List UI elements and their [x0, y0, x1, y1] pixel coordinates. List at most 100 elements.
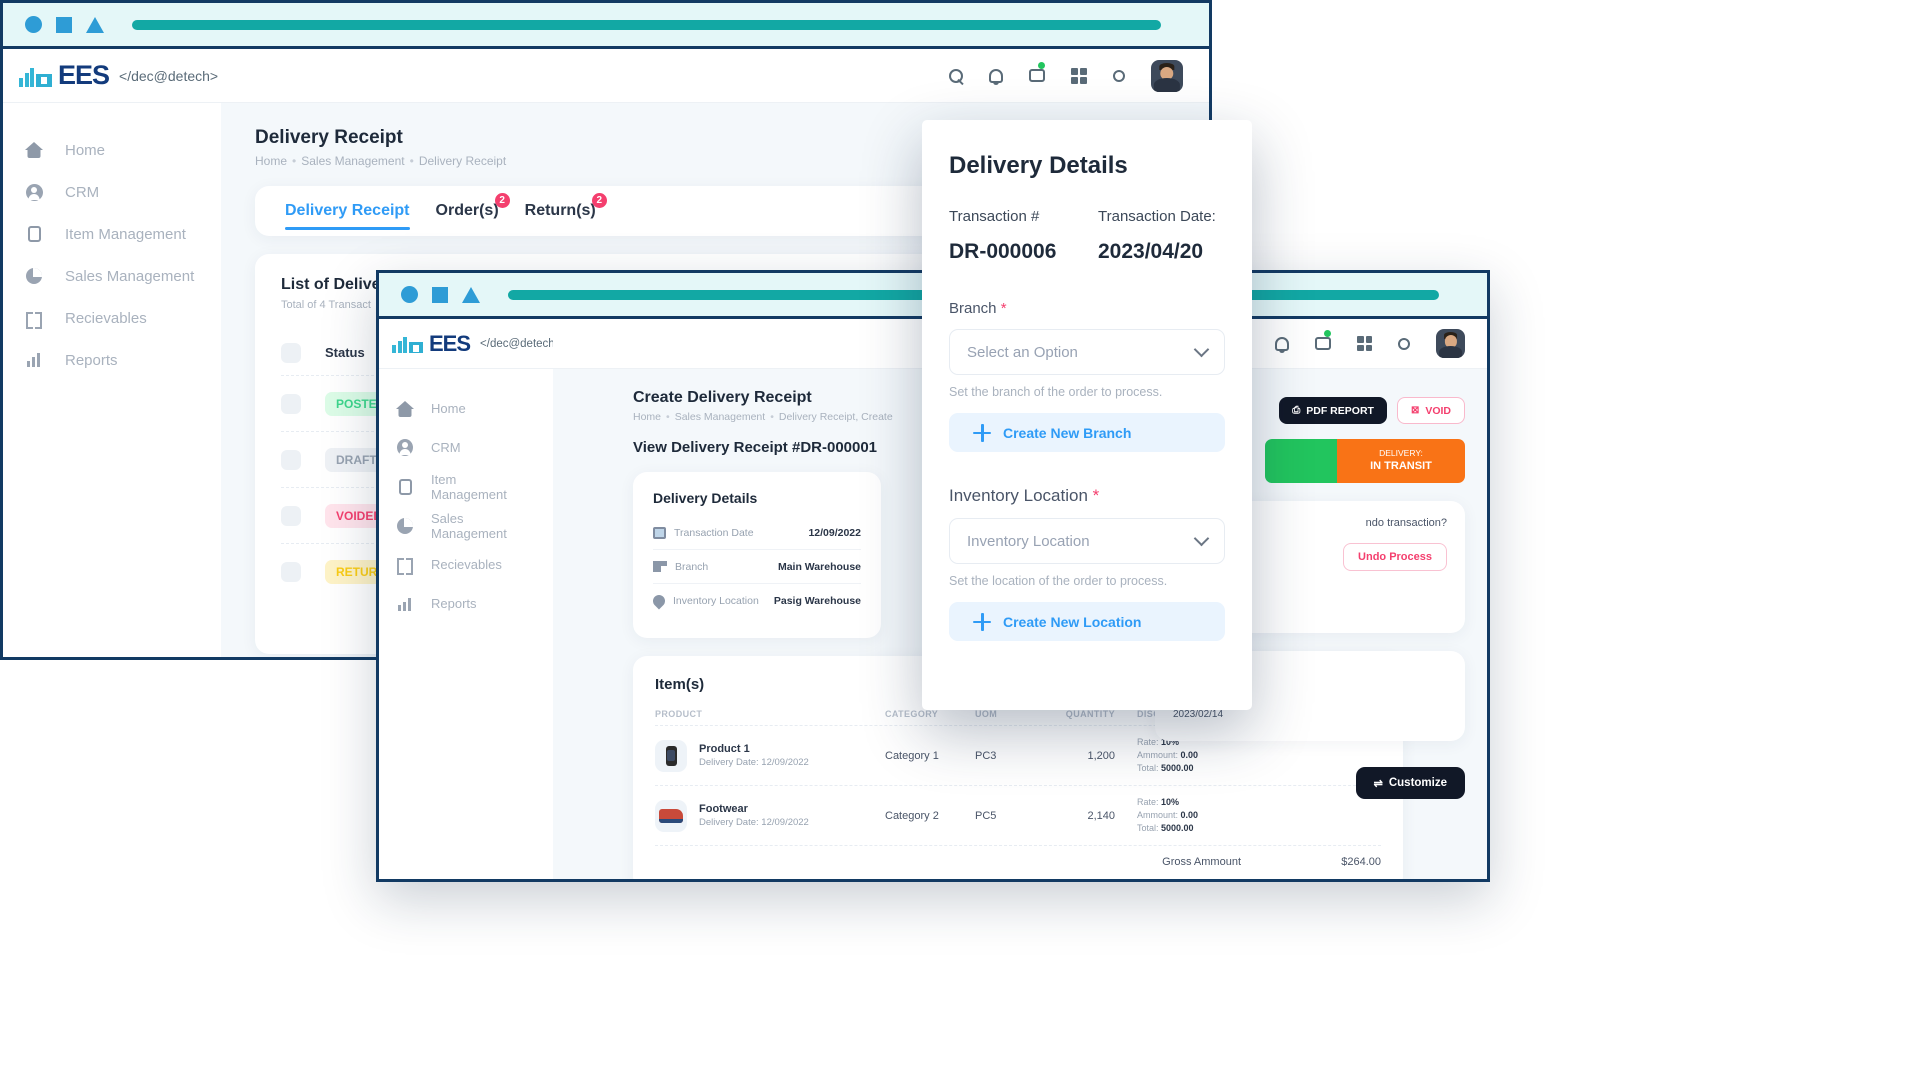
sidebar-item-recievables[interactable]: Recievables [379, 545, 553, 584]
sidebar-item-home[interactable]: Home [379, 389, 553, 428]
breadcrumb-item[interactable]: Home [255, 154, 287, 168]
sidebar-item-label: Item Management [65, 226, 186, 243]
shoe-thumb [655, 800, 687, 832]
customize-button[interactable]: ⇌ Customize [1356, 767, 1465, 799]
bell-icon[interactable] [989, 69, 1003, 83]
breadcrumb-item[interactable]: Sales Management [675, 411, 765, 423]
cell-quantity: 2,140 [1035, 810, 1115, 822]
status-green-block[interactable] [1265, 439, 1337, 483]
tab-orders[interactable]: Order(s) 2 [436, 202, 499, 220]
delivery-details-modal: Delivery Details Transaction # DR-000006… [922, 120, 1252, 710]
address-bar[interactable] [132, 20, 1161, 30]
undo-process-button[interactable]: Undo Process [1343, 543, 1447, 571]
breadcrumb-item[interactable]: Home [633, 411, 661, 423]
breadcrumb-item[interactable]: Delivery Receipt [419, 154, 506, 168]
sidebar-item-sales-management[interactable]: Sales Management [379, 506, 553, 545]
sidebar-item-reports[interactable]: Reports [3, 339, 221, 381]
sidebar-item-label: Sales Management [431, 511, 535, 541]
detail-value: 12/09/2022 [808, 527, 861, 539]
detail-label: Transaction Date [674, 527, 754, 539]
tab-label: Return(s) [525, 202, 596, 219]
sidebar-item-label: Reports [65, 352, 118, 369]
row-checkbox[interactable] [281, 394, 301, 414]
sidebar-item-item-management[interactable]: Item Management [379, 467, 553, 506]
brand-tagline: </dec@detech> [480, 338, 561, 350]
create-new-branch-button[interactable]: Create New Branch [949, 413, 1225, 452]
tab-returns[interactable]: Return(s) 2 [525, 202, 596, 220]
select-all-checkbox[interactable] [281, 343, 301, 363]
pdf-report-label: PDF REPORT [1306, 405, 1374, 417]
sidebar-nav-1: Home CRM Item Management Sales Managemen… [3, 103, 221, 381]
message-icon[interactable] [1315, 337, 1331, 350]
inventory-location-select[interactable]: Inventory Location [949, 518, 1225, 564]
product-subtext: Delivery Date: 12/09/2022 [699, 817, 809, 828]
avatar[interactable] [1151, 60, 1183, 92]
sidebar-item-label: Reports [431, 596, 477, 611]
create-new-location-button[interactable]: Create New Location [949, 602, 1225, 641]
detail-row: Transaction Date 12/09/2022 [653, 516, 861, 550]
brand-row-2[interactable]: EES </dec@detech> « [379, 319, 553, 369]
breadcrumb-item[interactable]: Sales Management [301, 154, 404, 168]
brand-tagline: </dec@detech> [119, 68, 218, 84]
brand-row-1[interactable]: EES </dec@detech> « [3, 49, 221, 103]
sidebar-item-crm[interactable]: CRM [3, 171, 221, 213]
avatar[interactable] [1436, 329, 1465, 358]
calendar-icon [653, 527, 666, 539]
topbar-1 [221, 49, 1209, 103]
column-status: Status [325, 345, 365, 360]
sidebar-item-crm[interactable]: CRM [379, 428, 553, 467]
message-icon[interactable] [1029, 69, 1045, 82]
pdf-report-button[interactable]: ⎙ PDF REPORT [1279, 397, 1387, 424]
ees-logo-icon [392, 334, 423, 353]
product-name: Footwear [699, 803, 809, 815]
tab-badge: 2 [495, 193, 510, 208]
row-checkbox[interactable] [281, 506, 301, 526]
theme-sun-icon[interactable] [1113, 70, 1125, 82]
discount-amount: Ammount: 0.00 [1137, 809, 1275, 822]
detail-value: Main Warehouse [778, 561, 861, 573]
receivables-icon [25, 312, 43, 325]
inventory-help-text: Set the location of the order to process… [949, 574, 1225, 588]
status-dot [1038, 62, 1045, 69]
breadcrumb-item[interactable]: Delivery Receipt, Create [779, 411, 893, 423]
sidebar-2: EES </dec@detech> « Home CRM Ite [379, 319, 553, 879]
receivables-icon [397, 558, 413, 571]
modal-title: Delivery Details [949, 152, 1225, 180]
sidebar-item-recievables[interactable]: Recievables [3, 297, 221, 339]
sidebar-item-sales-management[interactable]: Sales Management [3, 255, 221, 297]
sidebar-item-item-management[interactable]: Item Management [3, 213, 221, 255]
inventory-field-label: Inventory Location * [949, 486, 1225, 506]
branch-select[interactable]: Select an Option [949, 329, 1225, 375]
product-subtext: Delivery Date: 12/09/2022 [699, 757, 809, 768]
date-created-value: 2023/02/14 [1173, 709, 1447, 720]
void-label: VOID [1425, 405, 1451, 417]
sidebar-item-label: Home [431, 401, 466, 416]
detail-label: Inventory Location [673, 595, 759, 607]
sidebar-item-home[interactable]: Home [3, 129, 221, 171]
row-checkbox[interactable] [281, 450, 301, 470]
plus-icon [973, 613, 991, 631]
tab-delivery-receipt[interactable]: Delivery Receipt [285, 202, 410, 220]
bell-icon[interactable] [1275, 337, 1289, 351]
theme-sun-icon[interactable] [1398, 338, 1410, 350]
delivery-status-badge[interactable]: DELIVERY: IN TRANSIT [1337, 439, 1465, 483]
bar-chart-icon [25, 353, 43, 367]
detail-value: Pasig Warehouse [774, 595, 861, 607]
gross-amount-value: $264.00 [1301, 856, 1381, 868]
row-checkbox[interactable] [281, 562, 301, 582]
cell-category: Category 2 [885, 810, 975, 822]
inventory-select-value: Inventory Location [967, 533, 1090, 550]
search-icon[interactable] [949, 69, 963, 83]
sidebar-item-label: Item Management [431, 472, 535, 502]
square-icon [56, 17, 72, 33]
required-asterisk: * [1093, 486, 1100, 505]
apps-grid-icon[interactable] [1357, 336, 1372, 351]
sidebar-item-reports[interactable]: Reports [379, 584, 553, 623]
void-button[interactable]: ⊠ VOID [1397, 397, 1465, 424]
cell-uom: PC5 [975, 810, 1035, 822]
branch-select-value: Select an Option [967, 344, 1078, 361]
triangle-icon [86, 17, 104, 33]
customize-label: Customize [1389, 777, 1447, 789]
bar-chart-icon [397, 597, 413, 611]
apps-grid-icon[interactable] [1071, 68, 1087, 84]
